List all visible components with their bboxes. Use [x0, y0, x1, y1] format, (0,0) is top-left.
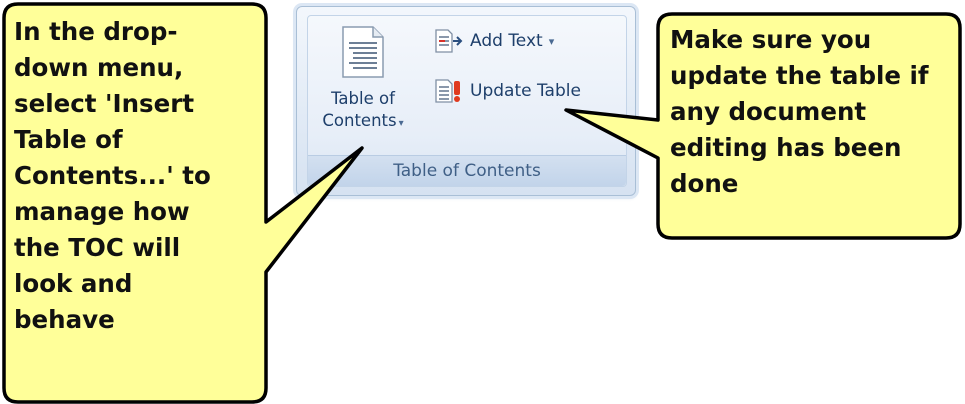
- left-callout-text: In the drop- down menu, select 'Insert T…: [14, 17, 211, 334]
- right-callout-text: Make sure you update the table if any do…: [670, 25, 929, 198]
